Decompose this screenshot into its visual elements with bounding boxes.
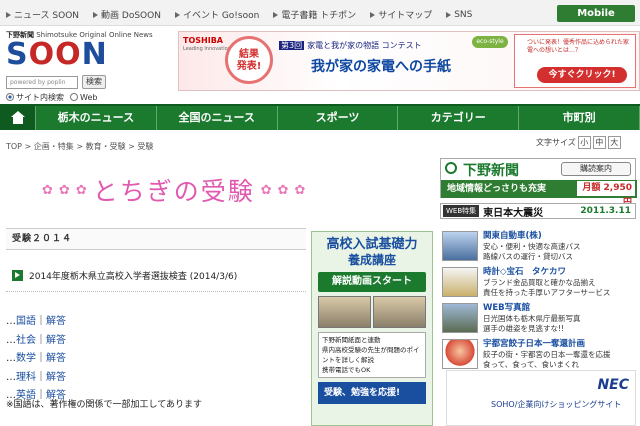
nav-national-news[interactable]: 全国のニュース (157, 106, 278, 130)
global-nav-news[interactable]: ニュース SOON (6, 8, 79, 21)
toshiba-logo: TOSHIBA (183, 36, 223, 45)
list-item: …国語｜解答 (6, 316, 66, 327)
font-size-medium[interactable]: 中 (592, 136, 606, 149)
nec-logo: NEC (597, 377, 629, 393)
global-nav-ebook[interactable]: 電子書籍 トチポン (273, 8, 356, 21)
arrow-icon (12, 270, 23, 281)
radio-selected-icon (6, 93, 14, 101)
flower-icon: ✿ (75, 182, 87, 198)
subject-list: …国語｜解答 …社会｜解答 …数学｜解答 …理科｜解答 …英語｜解答 (6, 313, 66, 406)
search-scope: サイト内検索 Web (6, 92, 97, 103)
bus-image (442, 231, 478, 261)
list-item: …社会｜解答 (6, 334, 66, 346)
global-nav-sns[interactable]: SNS (446, 8, 472, 21)
breadcrumb[interactable]: TOP > 企画・特集 > 教育・受験 > 受験 (6, 141, 153, 152)
ad-item-web-photo[interactable]: WEB写真館 日光国体も栃木県庁最新写真 選手の雄姿を見逃すな!! (440, 301, 636, 337)
flower-icon: ✿ (42, 182, 53, 198)
banner-click-button[interactable]: 今すぐクリック! (537, 67, 627, 83)
list-item: …理科｜解答 (6, 371, 66, 383)
main-nav: 栃木のニュース 全国のニュース スポーツ カテゴリー 市町別 (0, 104, 640, 130)
flower-icon: ✿ (277, 182, 289, 198)
copyright-note: ※国語は、著作権の関係で一部加工してあります (6, 400, 203, 410)
answer-link[interactable]: 解答 (46, 353, 66, 364)
triangle-icon (93, 11, 99, 18)
price-label: 月額 2,950円 (577, 181, 635, 208)
flower-icon: ✿ (58, 182, 70, 198)
global-nav-video[interactable]: 動画 DoSOON (93, 8, 161, 21)
video-start-button[interactable]: 解説動画スタート (318, 272, 426, 292)
newspaper-logo-icon (445, 162, 457, 174)
answer-link[interactable]: 解答 (46, 372, 66, 383)
ad-item-kanto-bus[interactable]: 関東自動車(株) 安心・便利・快適な高速バス 路線バスの運行・貸切バス (440, 229, 636, 265)
triangle-icon (446, 11, 452, 18)
gyoza-character-image (442, 339, 478, 369)
shop-logo-image (442, 267, 478, 297)
home-button[interactable] (0, 106, 36, 130)
answer-link[interactable]: 解答 (46, 316, 66, 327)
radio-web[interactable]: Web (70, 93, 97, 102)
nav-tochigi-news[interactable]: 栃木のニュース (36, 106, 157, 130)
earthquake-feature-link[interactable]: WEB特集 東日本大震災 2011.3.11 (440, 203, 636, 219)
radio-site[interactable]: サイト内検索 (6, 92, 64, 103)
divider (6, 291, 306, 292)
page-title: ✿ ✿ ✿ とちぎの受験 ✿ ✿ ✿ (42, 177, 306, 206)
font-size-large[interactable]: 大 (607, 136, 621, 149)
font-size-small[interactable]: 小 (577, 136, 591, 149)
nav-category[interactable]: カテゴリー (398, 106, 520, 130)
exam-course-ad[interactable]: 高校入試基礎力 養成講座 解説動画スタート 下野新聞紙面と連動 県内高校受験の先… (311, 231, 433, 426)
flower-icon: ✿ (294, 182, 306, 198)
subject-link[interactable]: 理科 (16, 372, 36, 383)
nav-municipality[interactable]: 市町別 (519, 106, 640, 130)
list-item: …数学｜解答 (6, 353, 66, 364)
eco-badge: eco-style (472, 36, 508, 48)
photo-image (442, 303, 478, 333)
flower-icon: ✿ (260, 182, 272, 198)
triangle-icon (174, 11, 180, 18)
radio-icon (70, 93, 78, 101)
subject-link[interactable]: 社会 (16, 335, 36, 346)
ad-item-gyoza[interactable]: 宇都宮餃子日本一奪還計画 餃子の街・宇都宮の日本一奪還を応援 食って、食って、食… (440, 337, 636, 373)
logo-wordmark: SOON (6, 37, 108, 72)
nec-ad[interactable]: NEC SOHO/企業向けショッピングサイト (446, 370, 636, 426)
article-link[interactable]: 2014年度栃木県立高校入学者選抜検査 (2014/3/6) (12, 269, 237, 282)
global-nav-event[interactable]: イベント Go!soon (174, 8, 259, 21)
triangle-icon (370, 11, 376, 18)
ad-item-takekawa[interactable]: 時計◇宝石 タケカワ ブランド金品買取と確かな品揃え 責任を持った手厚いアフター… (440, 265, 636, 301)
subscribe-button[interactable]: 購読案内 (561, 162, 631, 176)
site-logo[interactable]: 下野新聞 Shimotsuke Original Online News SOO… (6, 30, 171, 74)
teacher-photos (318, 296, 426, 328)
triangle-icon (273, 11, 279, 18)
subject-link[interactable]: 国語 (16, 316, 36, 327)
result-badge: 結果 発表! (225, 36, 273, 84)
answer-link[interactable]: 解答 (46, 335, 66, 346)
global-nav: ニュース SOON 動画 DoSOON イベント Go!soon 電子書籍 トチ… (6, 8, 472, 21)
font-size-control: 文字サイズ 小 中 大 (536, 136, 621, 149)
nav-sports[interactable]: スポーツ (278, 106, 399, 130)
top-bar: ニュース SOON 動画 DoSOON イベント Go!soon 電子書籍 トチ… (0, 0, 640, 26)
mobile-button[interactable]: Mobile (557, 5, 635, 22)
shimotsuke-subscribe-box[interactable]: 下野新聞 購読案内 地域情報どっさりも充実 月額 2,950円 (440, 158, 637, 208)
triangle-icon (6, 11, 11, 18)
top-banner-ad[interactable]: TOSHIBA Leading Innovation >>> 結果 発表! 第3… (178, 31, 640, 91)
search-button[interactable]: 検索 (82, 75, 106, 89)
section-heading: 受験２０１４ (6, 228, 306, 250)
subject-link[interactable]: 数学 (16, 353, 36, 364)
search-input[interactable]: powered by poplin (6, 76, 78, 89)
global-nav-sitemap[interactable]: サイトマップ (370, 8, 432, 21)
